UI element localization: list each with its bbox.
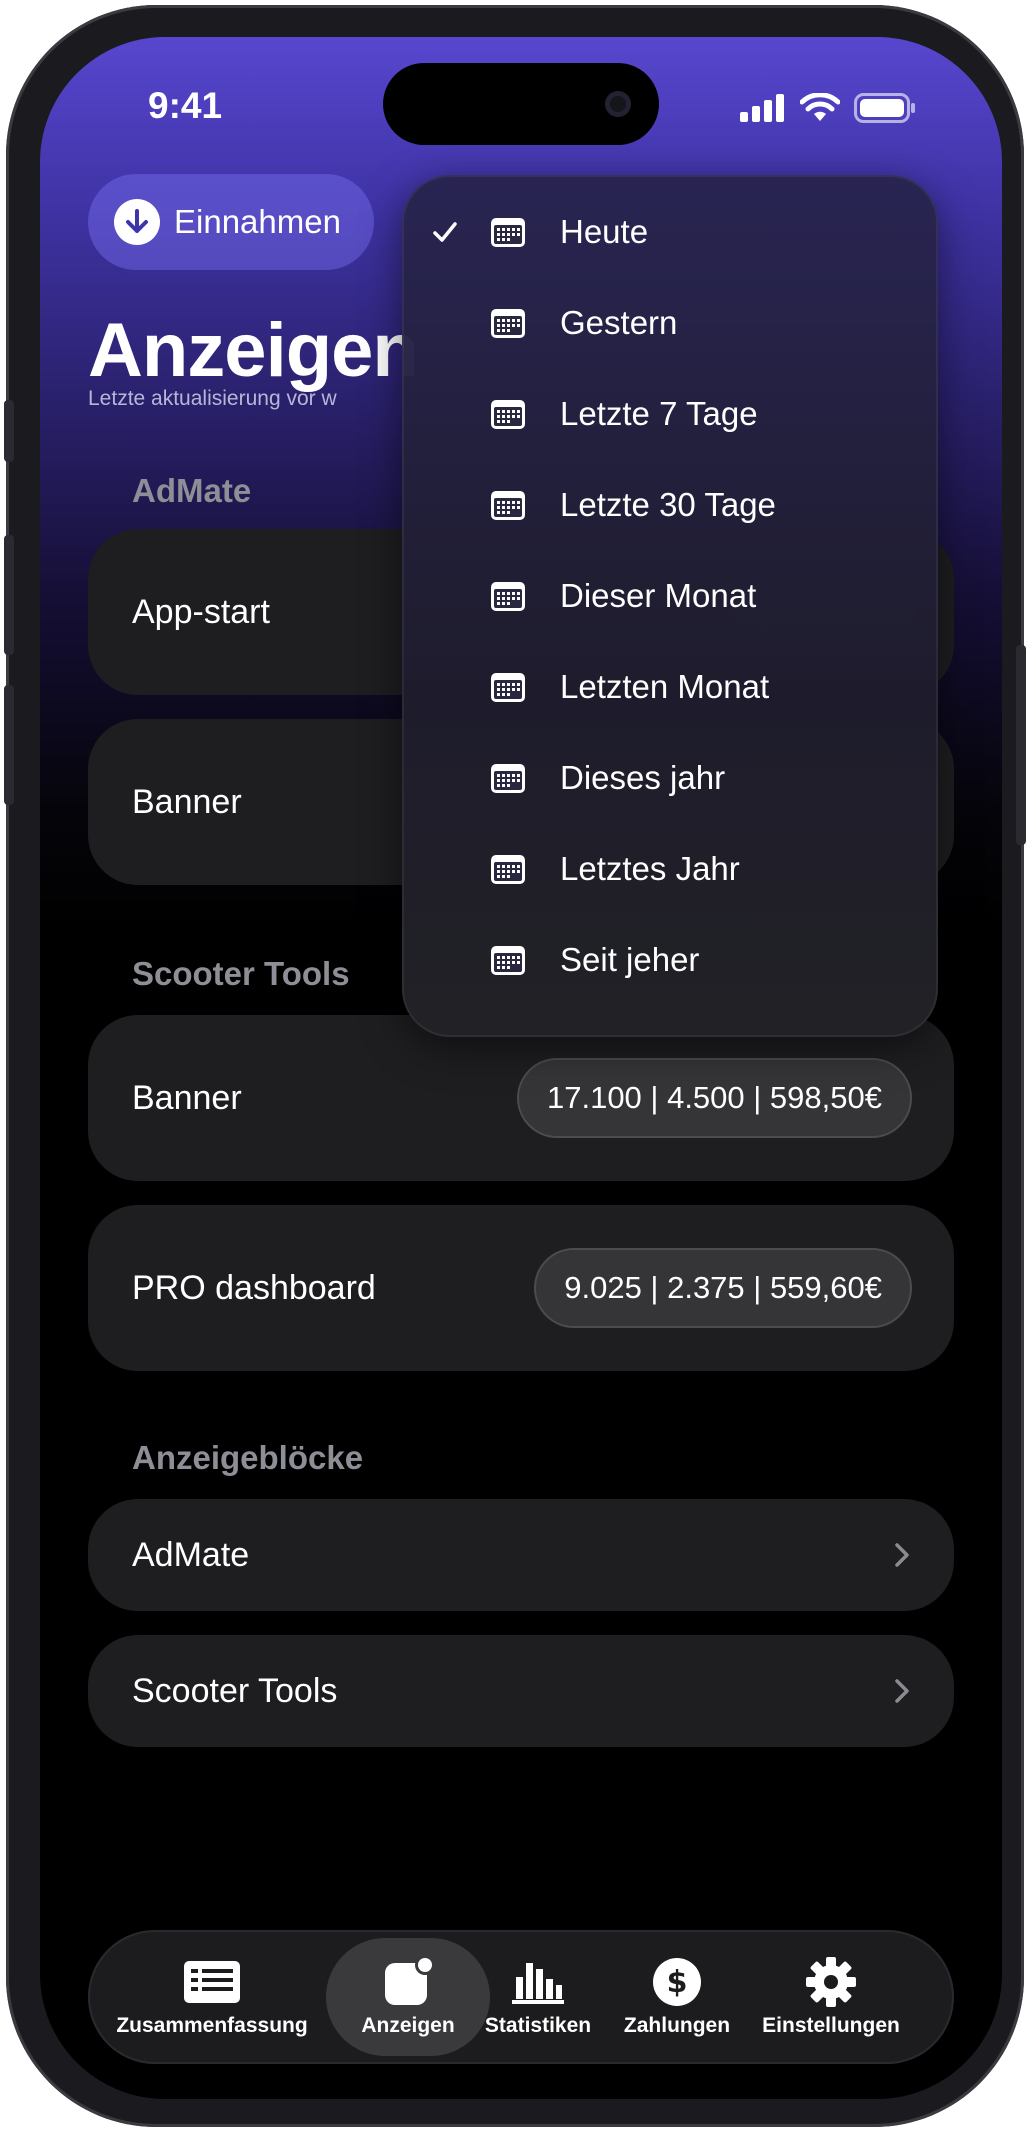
calendar-icon bbox=[491, 218, 525, 247]
menu-item-label: Letztes Jahr bbox=[560, 850, 740, 887]
income-button-label: Einnahmen bbox=[174, 203, 341, 240]
tab-zahlungen[interactable]: $ Zahlungen bbox=[616, 1930, 738, 2064]
dollar-icon: $ bbox=[652, 1956, 702, 2008]
ad-card-label: Banner bbox=[132, 1078, 242, 1117]
menu-item-heute[interactable]: Heute bbox=[402, 187, 938, 277]
signal-icon bbox=[740, 94, 784, 122]
svg-text:$: $ bbox=[667, 1965, 688, 2000]
tab-statistiken[interactable]: Statistiken bbox=[480, 1930, 596, 2064]
block-row-label: Scooter Tools bbox=[132, 1671, 338, 1710]
phone-frame: 9:41 Einnahmen Anzeigen Letzte aktualisi… bbox=[4, 5, 1026, 2127]
battery-icon bbox=[854, 93, 915, 123]
dynamic-island bbox=[383, 63, 659, 145]
section-scooter-tools: Scooter Tools bbox=[132, 955, 350, 992]
checkmark-icon bbox=[402, 221, 490, 243]
ad-card-banner-scooter[interactable]: Banner 17.100 | 4.500 | 598,50€ bbox=[88, 1015, 954, 1181]
date-range-menu: Heute Gestern Letzte 7 Tage Letzte 30 Ta… bbox=[402, 175, 938, 1037]
ad-card-pro-dashboard[interactable]: PRO dashboard 9.025 | 2.375 | 559,60€ bbox=[88, 1205, 954, 1371]
calendar-icon bbox=[491, 673, 525, 702]
ad-card-label: PRO dashboard bbox=[132, 1268, 376, 1307]
menu-item-letzte-7-tage[interactable]: Letzte 7 Tage bbox=[402, 369, 938, 459]
power-button bbox=[1016, 645, 1026, 845]
menu-item-label: Dieser Monat bbox=[560, 577, 757, 614]
tab-label: Zusammenfassung bbox=[116, 2014, 308, 2037]
chevron-right-icon bbox=[894, 1542, 910, 1568]
tab-label: Statistiken bbox=[484, 2014, 592, 2037]
menu-item-letzten-monat[interactable]: Letzten Monat bbox=[402, 642, 938, 732]
tab-bar: Zusammenfassung Anzeigen Statistiken $ Z… bbox=[88, 1930, 954, 2064]
list-icon bbox=[182, 1956, 242, 2008]
stats-pill: 17.100 | 4.500 | 598,50€ bbox=[516, 1058, 912, 1138]
menu-item-label: Letzte 30 Tage bbox=[560, 486, 776, 523]
tab-label: Einstellungen bbox=[762, 2014, 900, 2037]
menu-item-label: Letzten Monat bbox=[560, 668, 770, 705]
tab-einstellungen[interactable]: Einstellungen bbox=[746, 1930, 916, 2064]
menu-item-gestern[interactable]: Gestern bbox=[402, 278, 938, 368]
menu-item-dieses-jahr[interactable]: Dieses jahr bbox=[402, 733, 938, 823]
menu-item-letzte-30-tage[interactable]: Letzte 30 Tage bbox=[402, 460, 938, 550]
section-admate: AdMate bbox=[132, 472, 252, 509]
block-row-scooter-tools[interactable]: Scooter Tools bbox=[88, 1635, 954, 1747]
tab-label: Zahlungen bbox=[623, 2014, 731, 2037]
tab-anzeigen[interactable]: Anzeigen bbox=[326, 1930, 490, 2064]
volume-down-button bbox=[4, 685, 14, 805]
status-icons bbox=[740, 93, 916, 123]
menu-item-label: Dieses jahr bbox=[560, 759, 726, 796]
calendar-icon bbox=[491, 582, 525, 611]
menu-item-dieser-monat[interactable]: Dieser Monat bbox=[402, 551, 938, 641]
calendar-icon bbox=[491, 855, 525, 884]
calendar-icon bbox=[491, 946, 525, 975]
stats-pill: 9.025 | 2.375 | 559,60€ bbox=[534, 1248, 912, 1328]
tab-zusammenfassung[interactable]: Zusammenfassung bbox=[116, 1930, 308, 2064]
page-title: Anzeigen bbox=[88, 308, 419, 393]
calendar-icon bbox=[491, 491, 525, 520]
section-ad-blocks: Anzeigeblöcke bbox=[132, 1439, 364, 1476]
wifi-icon bbox=[800, 93, 840, 121]
action-button bbox=[4, 400, 14, 462]
block-row-admate[interactable]: AdMate bbox=[88, 1499, 954, 1611]
menu-item-label: Heute bbox=[560, 213, 649, 250]
income-button[interactable]: Einnahmen bbox=[88, 174, 374, 270]
calendar-icon bbox=[491, 309, 525, 338]
menu-item-label: Letzte 7 Tage bbox=[560, 395, 758, 432]
menu-item-label: Seit jeher bbox=[560, 941, 700, 978]
gear-icon bbox=[805, 1956, 857, 2008]
menu-item-letztes-jahr[interactable]: Letztes Jahr bbox=[402, 824, 938, 914]
menu-item-seit-jeher[interactable]: Seit jeher bbox=[402, 915, 938, 1005]
tab-label: Anzeigen bbox=[361, 2014, 455, 2037]
ads-icon bbox=[381, 1955, 435, 2008]
calendar-icon bbox=[491, 764, 525, 793]
calendar-icon bbox=[491, 400, 525, 429]
menu-item-label: Gestern bbox=[560, 304, 678, 341]
arrow-down-circle-icon bbox=[114, 199, 160, 245]
bar-chart-icon bbox=[510, 1956, 566, 2008]
volume-up-button bbox=[4, 535, 14, 655]
last-updated-text: Letzte aktualisierung vor w bbox=[88, 387, 337, 410]
block-row-label: AdMate bbox=[132, 1535, 250, 1574]
chevron-right-icon bbox=[894, 1678, 910, 1704]
status-time: 9:41 bbox=[148, 85, 223, 126]
screen: 9:41 Einnahmen Anzeigen Letzte aktualisi… bbox=[40, 37, 1002, 2099]
